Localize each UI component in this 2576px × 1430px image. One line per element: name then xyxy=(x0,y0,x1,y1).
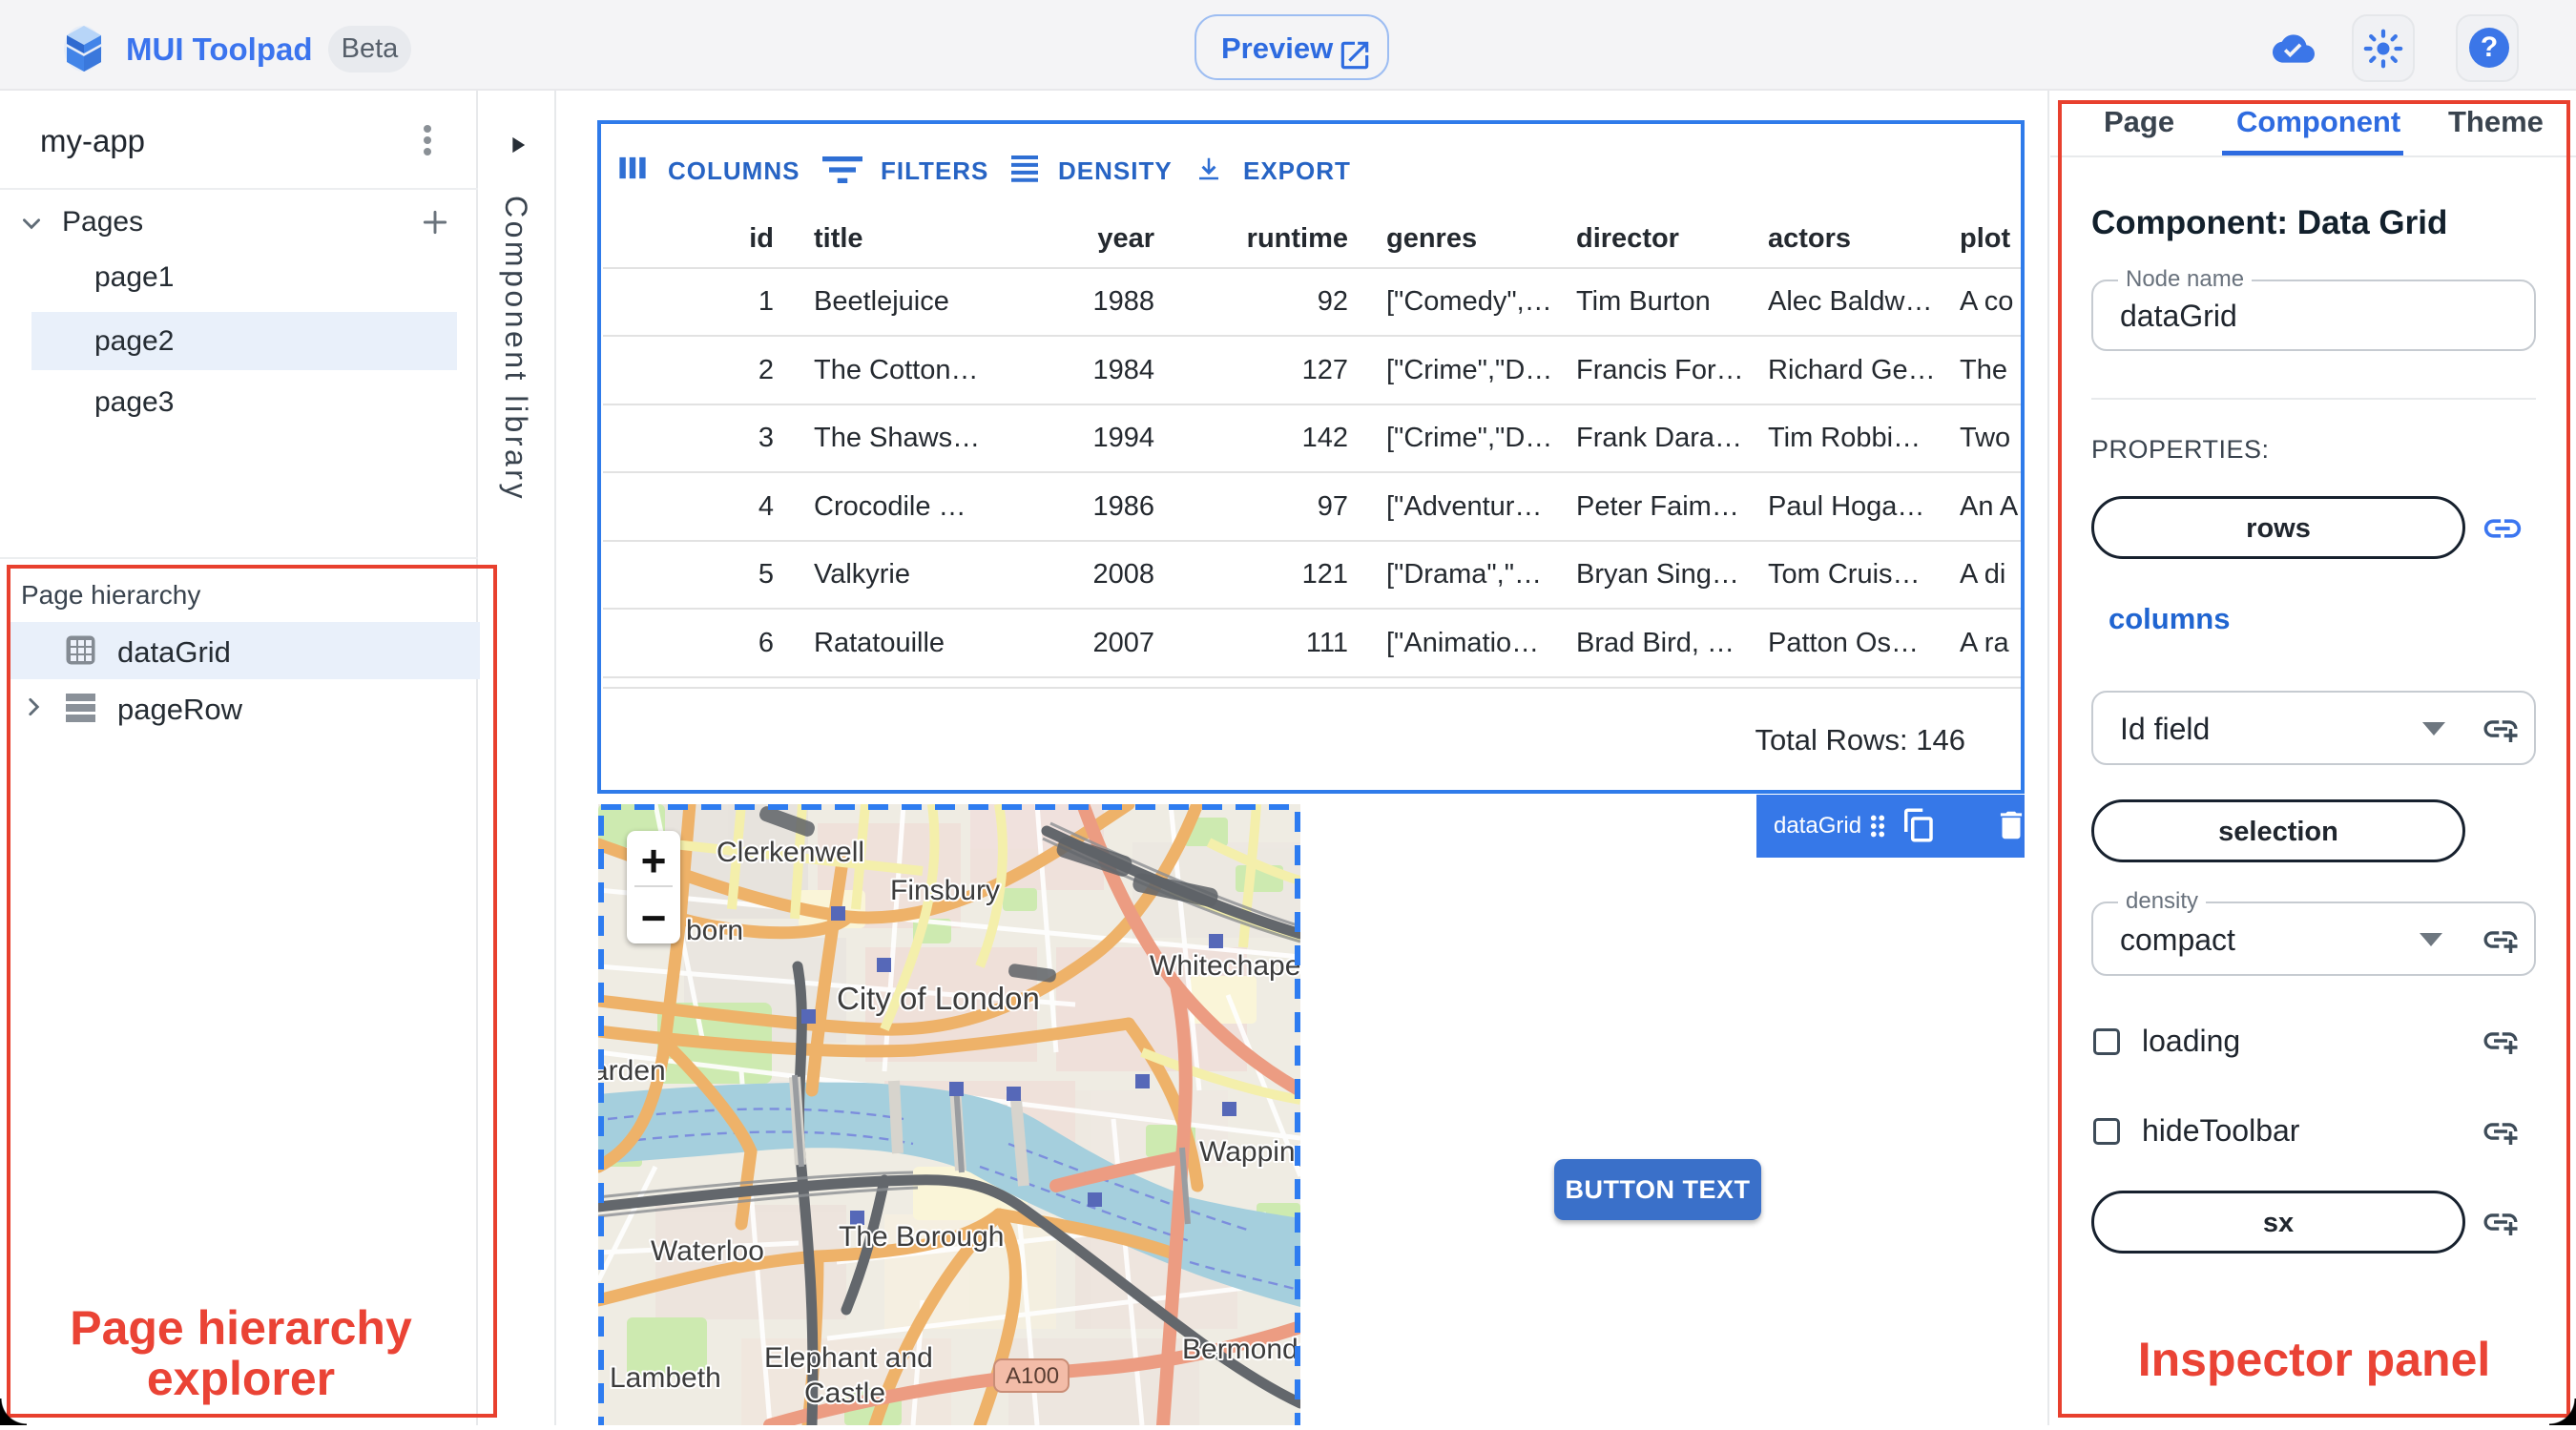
svg-text:Clerkenwell: Clerkenwell xyxy=(717,837,864,868)
svg-text:born: born xyxy=(686,915,743,946)
svg-text:Castle: Castle xyxy=(804,1378,885,1409)
svg-text:A100: A100 xyxy=(1006,1363,1059,1389)
svg-text:Wapping: Wapping xyxy=(1199,1136,1300,1168)
svg-text:The Borough: The Borough xyxy=(839,1221,1004,1253)
svg-text:Lambeth: Lambeth xyxy=(610,1362,721,1394)
svg-text:Waterloo: Waterloo xyxy=(651,1235,764,1267)
svg-text:Bermondse: Bermondse xyxy=(1182,1334,1300,1365)
svg-text:arden: arden xyxy=(598,1055,666,1087)
svg-text:Elephant and: Elephant and xyxy=(764,1342,933,1374)
svg-text:City of London: City of London xyxy=(837,981,1040,1016)
svg-text:Finsbury: Finsbury xyxy=(890,875,1000,906)
svg-text:Whitechapel: Whitechapel xyxy=(1150,950,1300,982)
